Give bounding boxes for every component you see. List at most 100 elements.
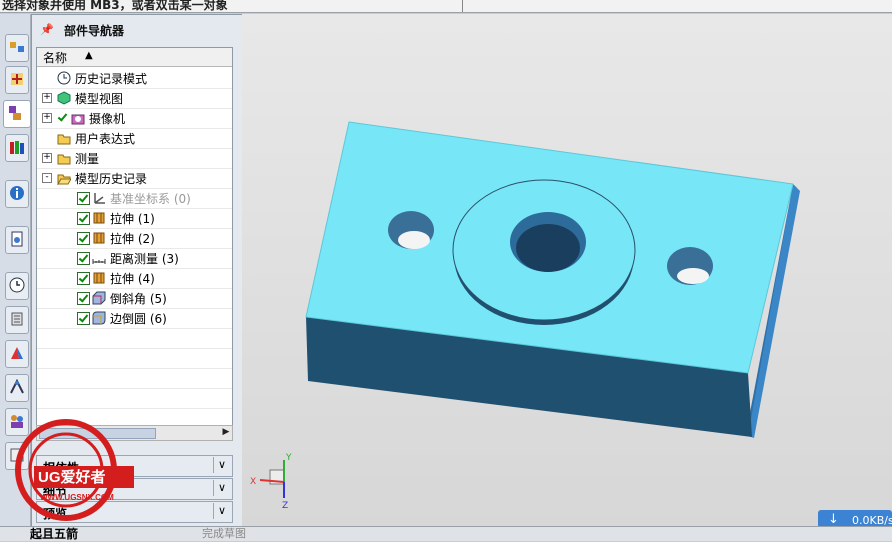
- feature-label: 距离测量 (3): [110, 252, 179, 266]
- expand-icon[interactable]: +: [42, 113, 52, 123]
- feature-chamfer-5[interactable]: 倒斜角 (5): [37, 288, 232, 309]
- folder-icon: [57, 154, 71, 165]
- clock-icon: [57, 71, 71, 85]
- navigator-title: 部件导航器: [64, 24, 125, 38]
- bottom-toolbar: 起且五箭 完成草图: [0, 526, 892, 541]
- feature-label: 拉伸 (4): [110, 272, 155, 286]
- tree-node-label: 用户表达式: [75, 132, 136, 146]
- ugsnx-logo: UG爱好者 WWW.UGSNX.COM: [15, 419, 134, 521]
- tree-node-history-mode[interactable]: 历史记录模式: [37, 68, 232, 89]
- feature-checkbox[interactable]: [77, 292, 90, 305]
- extrude-icon: [93, 212, 105, 224]
- library-icon: [10, 141, 24, 154]
- visualization-tab[interactable]: [5, 340, 29, 368]
- process-studio-tab[interactable]: [5, 306, 29, 334]
- datum-csys-icon: [94, 193, 105, 204]
- chevron-down-icon[interactable]: ∨: [213, 503, 230, 519]
- feature-checkbox[interactable]: [77, 232, 90, 245]
- constraint-icon: [11, 73, 23, 85]
- axis-x-label: X: [250, 477, 256, 487]
- chevron-down-icon[interactable]: ∨: [213, 480, 230, 496]
- edge-blend-icon: [92, 311, 106, 325]
- tree-node-label: 测量: [75, 152, 100, 166]
- web-browser-tab[interactable]: [5, 180, 29, 208]
- chamfer-icon: [92, 291, 106, 305]
- status-prompt: 选择对象并使用 MB3，或者双击某一对象: [2, 0, 228, 12]
- scroll-right-icon[interactable]: ▶: [220, 426, 232, 438]
- reuse-library-tab[interactable]: [5, 134, 29, 162]
- role-icon: [10, 379, 24, 394]
- status-divider: [462, 0, 463, 12]
- tree-node-cameras[interactable]: + 摄像机: [37, 108, 232, 129]
- assembly-icon: [10, 42, 24, 52]
- tree-node-label: 摄像机: [89, 112, 126, 126]
- navigator-tree[interactable]: 名称 ▲ 历史记录模式 + 模型视图 + 摄像机 用户表达式 + 测量 - 模型…: [36, 47, 233, 433]
- chevron-down-icon[interactable]: ∨: [213, 457, 230, 473]
- wcs-triad: Y X Z: [250, 453, 292, 511]
- extrude-icon: [93, 272, 105, 284]
- feature-datum-csys[interactable]: 基准坐标系 (0): [37, 188, 232, 209]
- logo-url: WWW.UGSNX.COM: [40, 493, 114, 502]
- feature-extrude-4[interactable]: 拉伸 (4): [37, 268, 232, 289]
- palette-icon: [11, 347, 23, 359]
- feature-label: 拉伸 (2): [110, 232, 155, 246]
- visible-check-icon: [57, 112, 68, 123]
- download-arrow-icon: ↓: [828, 512, 839, 527]
- finish-sketch-button[interactable]: 完成草图: [202, 525, 246, 541]
- part-navigator-icon: [9, 106, 21, 120]
- feature-extrude-1[interactable]: 拉伸 (1): [37, 208, 232, 229]
- center-hole-inner: [516, 224, 580, 272]
- tree-node-label: 模型视图: [75, 92, 124, 106]
- feature-checkbox[interactable]: [77, 272, 90, 285]
- feature-label: 基准坐标系 (0): [110, 192, 191, 206]
- feature-edge-blend-6[interactable]: 边倒圆 (6): [37, 308, 232, 329]
- empty-row: [37, 368, 232, 389]
- folder-open-icon: [57, 174, 71, 185]
- feature-checkbox[interactable]: [77, 192, 90, 205]
- feature-checkbox[interactable]: [77, 252, 90, 265]
- tree-node-label: 模型历史记录: [75, 172, 148, 186]
- expand-icon[interactable]: +: [42, 93, 52, 103]
- left-hole-floor: [398, 231, 430, 249]
- right-hole-floor: [677, 268, 709, 284]
- tree-node-measurements[interactable]: + 测量: [37, 148, 232, 169]
- feature-distance-measure-3[interactable]: 距离测量 (3): [37, 248, 232, 269]
- pin-icon[interactable]: 📌: [40, 23, 54, 36]
- extrude-icon: [93, 232, 105, 244]
- history-tab[interactable]: [5, 272, 29, 300]
- feature-checkbox[interactable]: [77, 212, 90, 225]
- template-tab[interactable]: [5, 226, 29, 254]
- book-icon: [11, 312, 23, 326]
- roles-tab[interactable]: [5, 374, 29, 402]
- graphics-window[interactable]: Y X Z: [242, 14, 892, 526]
- model-view[interactable]: Y X Z: [242, 14, 892, 526]
- feature-label: 拉伸 (1): [110, 212, 155, 226]
- empty-row: [37, 388, 232, 409]
- empty-row: [37, 348, 232, 369]
- assembly-navigator-tab[interactable]: [5, 34, 29, 62]
- folder-icon: [57, 134, 71, 145]
- collapse-icon[interactable]: -: [42, 173, 52, 183]
- part-navigator-tab[interactable]: [3, 100, 31, 128]
- expand-icon[interactable]: +: [42, 153, 52, 163]
- sort-ascending-icon: ▲: [85, 50, 93, 61]
- tree-node-model-views[interactable]: + 模型视图: [37, 88, 232, 109]
- tree-node-model-history[interactable]: - 模型历史记录: [37, 168, 232, 189]
- model-view-icon: [57, 91, 71, 105]
- tree-node-label: 历史记录模式: [75, 72, 148, 86]
- tree-node-user-expressions[interactable]: 用户表达式: [37, 128, 232, 149]
- logo-brand: UG爱好者: [38, 468, 106, 486]
- column-header-label: 名称: [43, 51, 68, 65]
- axis-y-label: Y: [285, 453, 292, 463]
- camera-icon: [71, 114, 85, 125]
- measure-distance-icon: [92, 259, 106, 264]
- column-header-name[interactable]: 名称 ▲: [37, 48, 232, 67]
- feature-label: 边倒圆 (6): [110, 312, 167, 326]
- toolbar-left-label[interactable]: 起且五箭: [30, 525, 78, 542]
- feature-extrude-2[interactable]: 拉伸 (2): [37, 228, 232, 249]
- navigator-header: 📌 部件导航器: [32, 15, 242, 43]
- document-icon: [11, 231, 23, 247]
- status-bar: 选择对象并使用 MB3，或者双击某一对象: [0, 0, 892, 13]
- constraint-navigator-tab[interactable]: [5, 66, 29, 94]
- feature-checkbox[interactable]: [77, 312, 90, 325]
